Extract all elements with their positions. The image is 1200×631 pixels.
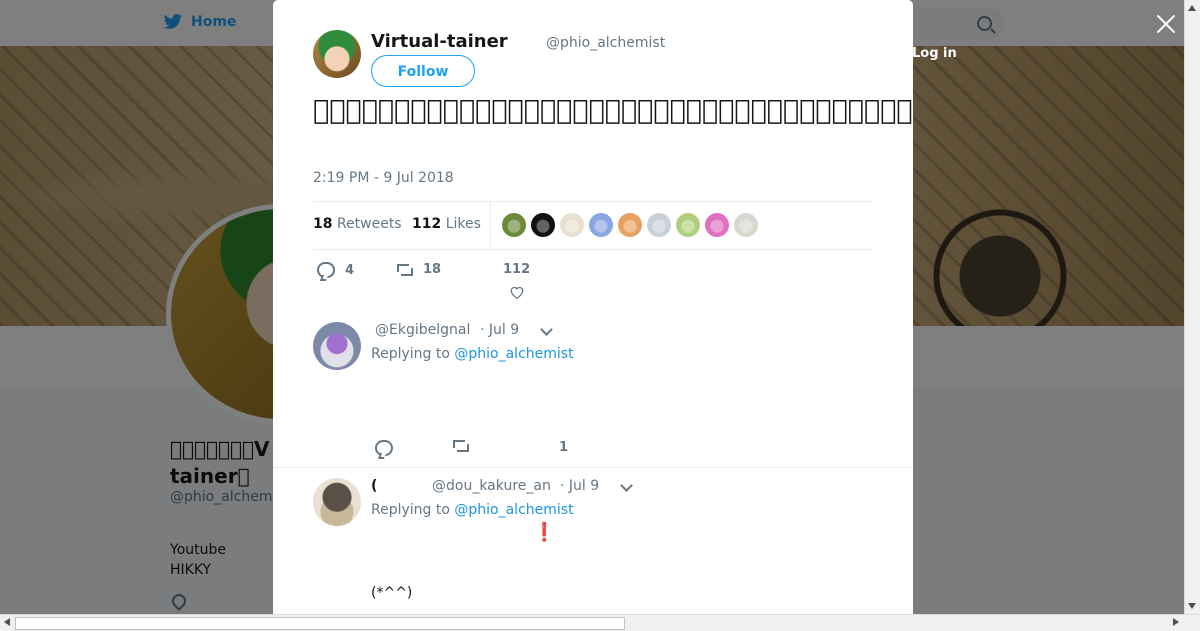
scroll-right-arrow-icon[interactable] <box>1173 618 1179 626</box>
replying-prefix: Replying to <box>371 346 450 362</box>
horizontal-scrollbar[interactable] <box>0 614 1200 631</box>
liker-avatar[interactable] <box>618 213 642 237</box>
liker-avatars <box>502 213 758 237</box>
replying-to: Replying to @phio_alchemist <box>371 346 574 362</box>
reply-retweet-button[interactable] <box>453 440 469 452</box>
scroll-up-arrow-icon[interactable] <box>1188 5 1196 11</box>
liker-avatar[interactable] <box>647 213 671 237</box>
liker-avatar[interactable] <box>676 213 700 237</box>
replying-to: Replying to @phio_alchemist <box>371 502 574 518</box>
reply-button[interactable]: 4 <box>317 262 354 278</box>
likes-stat[interactable]: 112 Likes <box>412 216 481 232</box>
tweet-actions: 4 18 112 <box>313 262 873 302</box>
author-name[interactable]: Virtual-tainer <box>371 31 508 52</box>
heart-icon <box>509 285 525 300</box>
liker-avatar[interactable] <box>531 213 555 237</box>
scroll-left-arrow-icon[interactable] <box>4 618 10 626</box>
reply-author-name[interactable]: ( <box>371 478 377 494</box>
reply-icon <box>317 262 335 278</box>
reply-tweet[interactable]: ( @dou_kakure_an · Jul 9 Replying to @ph… <box>313 478 873 614</box>
replying-prefix: Replying to <box>371 502 450 518</box>
tweet-modal: Virtual-tainer @phio_alchemist Follow 􏰀􏰀… <box>273 0 913 614</box>
liker-avatar[interactable] <box>705 213 729 237</box>
login-link[interactable]: Log in <box>912 46 957 61</box>
retweet-icon <box>397 263 413 276</box>
retweets-label: Retweets <box>336 216 402 232</box>
reply-divider <box>273 467 913 468</box>
tweet-text: 􏰀􏰀􏰀􏰀􏰀􏰀􏰀􏰀􏰀􏰀􏰀􏰀􏰀􏰀􏰀􏰀􏰀􏰀􏰀􏰀􏰀􏰀􏰀􏰀􏰀􏰀􏰀􏰀􏰀􏰀􏰀􏰀􏰀􏰀􏰀􏰀􏰀􏰀􏰀􏰀… <box>313 95 913 126</box>
author-avatar[interactable] <box>313 30 361 78</box>
chevron-down-icon[interactable] <box>620 479 633 492</box>
retweet-count: 18 <box>423 262 442 277</box>
reply-count: 4 <box>345 262 355 278</box>
like-button[interactable]: 112 <box>503 262 531 300</box>
chevron-down-icon[interactable] <box>540 323 553 336</box>
stats-divider <box>490 202 491 249</box>
reply-reply-button[interactable] <box>375 440 393 456</box>
reply-icon <box>375 440 393 456</box>
retweets-stat[interactable]: 18 Retweets <box>313 216 402 232</box>
retweet-icon <box>453 440 469 452</box>
reply-handle[interactable]: @Ekgibelgnal <box>375 322 470 338</box>
like-count: 112 <box>503 262 531 277</box>
replying-to-link[interactable]: @phio_alchemist <box>454 502 573 518</box>
reply-tweet[interactable]: @Ekgibelgnal · Jul 9 Replying to @phio_a… <box>313 322 873 472</box>
scroll-down-arrow-icon[interactable] <box>1188 603 1196 609</box>
likes-count: 112 <box>412 216 442 232</box>
reply-date[interactable]: · Jul 9 <box>560 478 599 494</box>
reply-avatar[interactable] <box>313 478 361 526</box>
reply-handle[interactable]: @dou_kakure_an <box>432 478 551 494</box>
horizontal-scroll-thumb[interactable] <box>15 617 625 630</box>
reply-date[interactable]: · Jul 9 <box>480 322 519 338</box>
reply-like-count: 1 <box>559 440 569 455</box>
author-handle[interactable]: @phio_alchemist <box>546 35 665 51</box>
follow-button[interactable]: Follow <box>371 55 475 87</box>
reply-avatar[interactable] <box>313 322 361 370</box>
liker-avatar[interactable] <box>502 213 526 237</box>
liker-avatar[interactable] <box>560 213 584 237</box>
reply-like-button[interactable]: 1 <box>559 440 568 455</box>
tweet-stats: 18 Retweets 112 Likes <box>313 201 873 250</box>
retweets-count: 18 <box>313 216 333 232</box>
retweet-button[interactable]: 18 <box>397 262 441 277</box>
exclamation-emoji: ❗ <box>533 522 556 543</box>
tweet-timestamp[interactable]: 2:19 PM - 9 Jul 2018 <box>313 170 454 186</box>
replying-to-link[interactable]: @phio_alchemist <box>454 346 573 362</box>
liker-avatar[interactable] <box>734 213 758 237</box>
liker-avatar[interactable] <box>589 213 613 237</box>
reply-text: (*^^) <box>371 585 413 601</box>
likes-label: Likes <box>445 216 481 232</box>
vertical-scrollbar[interactable] <box>1184 0 1200 614</box>
close-icon[interactable] <box>1154 12 1178 36</box>
